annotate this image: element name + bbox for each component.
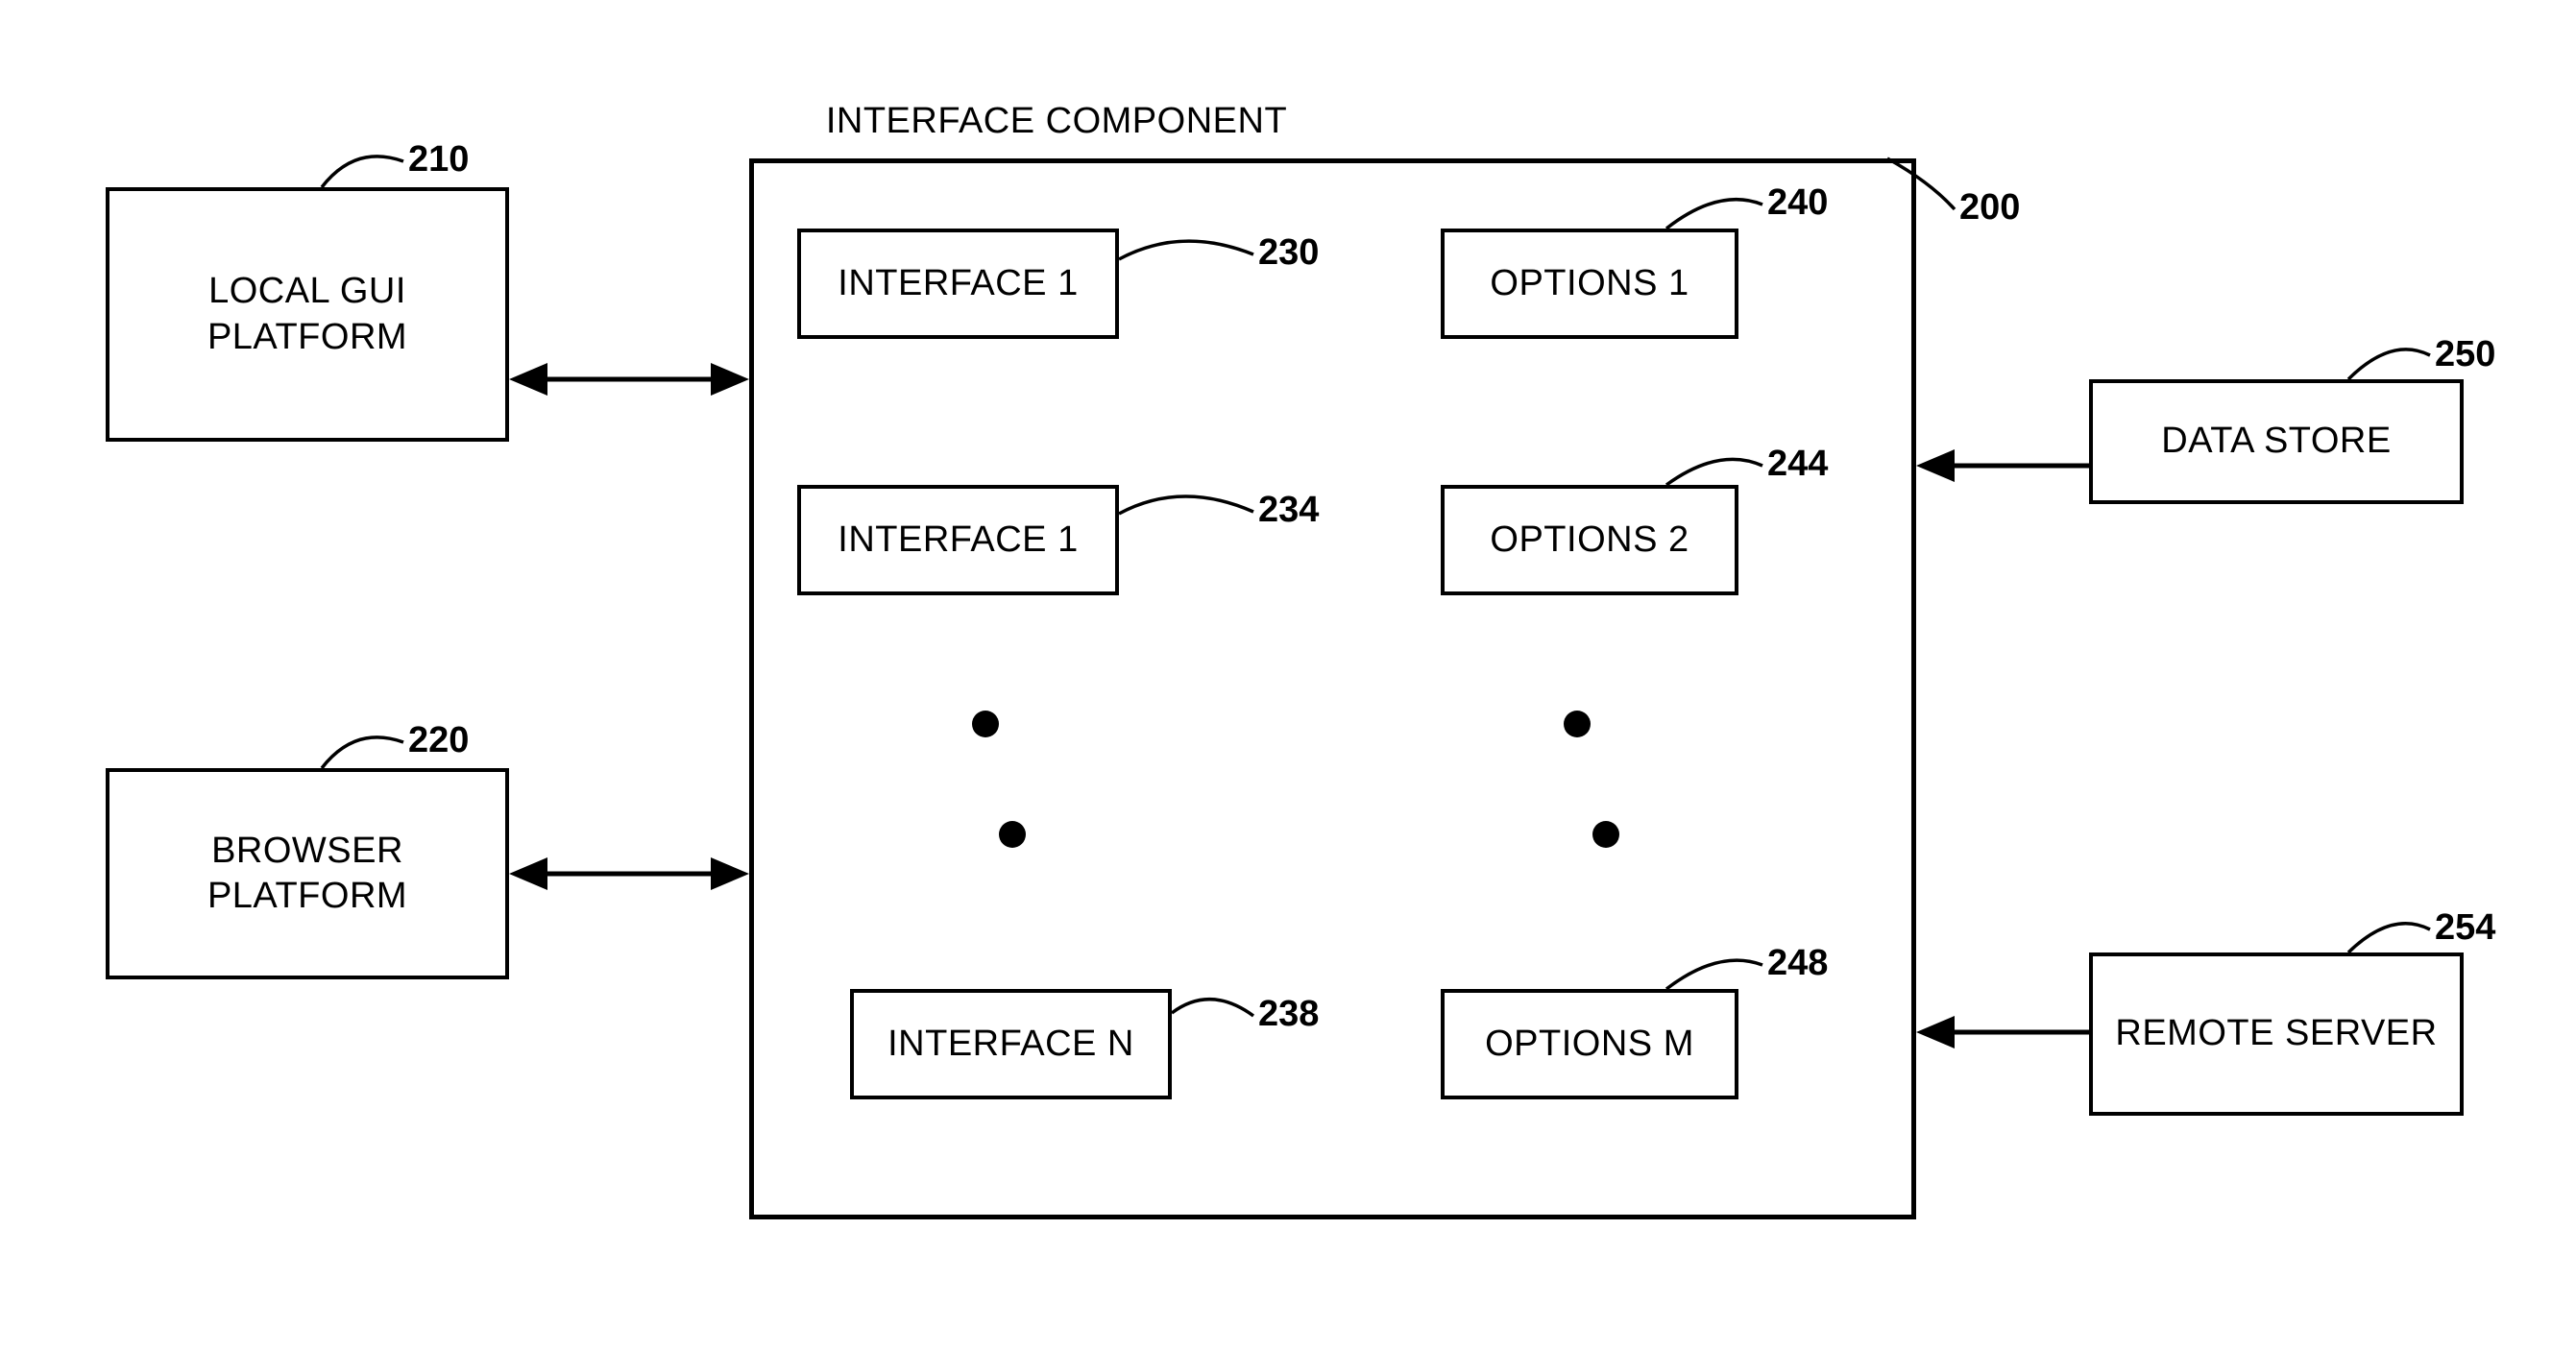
ref-240: 240 <box>1767 182 1828 224</box>
options-1-box: OPTIONS 1 <box>1441 229 1738 339</box>
ref-210: 210 <box>408 139 469 181</box>
remote-server-label: REMOTE SERVER <box>2115 1011 2437 1057</box>
interface-2-label: INTERFACE 1 <box>838 518 1078 564</box>
data-store-label: DATA STORE <box>2161 419 2391 465</box>
browser-platform-box: BROWSER PLATFORM <box>106 768 509 979</box>
ellipsis-dot <box>1592 821 1619 848</box>
interface-1-box: INTERFACE 1 <box>797 229 1119 339</box>
options-m-label: OPTIONS M <box>1485 1022 1694 1068</box>
options-2-label: OPTIONS 2 <box>1490 518 1689 564</box>
interface-2-box: INTERFACE 1 <box>797 485 1119 595</box>
options-1-label: OPTIONS 1 <box>1490 261 1689 307</box>
ref-238: 238 <box>1258 994 1319 1035</box>
options-m-box: OPTIONS M <box>1441 989 1738 1099</box>
interface-n-label: INTERFACE N <box>887 1022 1134 1068</box>
ref-244: 244 <box>1767 444 1828 485</box>
ellipsis-dot <box>1564 711 1591 737</box>
interface-n-box: INTERFACE N <box>850 989 1172 1099</box>
interface-component-title: INTERFACE COMPONENT <box>749 101 1364 142</box>
ellipsis-dot <box>999 821 1026 848</box>
ref-220: 220 <box>408 720 469 761</box>
remote-server-box: REMOTE SERVER <box>2089 952 2464 1116</box>
ellipsis-dot <box>972 711 999 737</box>
local-gui-platform-box: LOCAL GUI PLATFORM <box>106 187 509 442</box>
local-gui-platform-label: LOCAL GUI PLATFORM <box>121 269 494 360</box>
ref-254: 254 <box>2435 907 2495 949</box>
ref-234: 234 <box>1258 490 1319 531</box>
ref-230: 230 <box>1258 232 1319 274</box>
ref-248: 248 <box>1767 943 1828 984</box>
options-2-box: OPTIONS 2 <box>1441 485 1738 595</box>
browser-platform-label: BROWSER PLATFORM <box>121 829 494 920</box>
ref-200: 200 <box>1959 187 2020 229</box>
diagram-canvas: INTERFACE COMPONENT LOCAL GUI PLATFORM B… <box>0 0 2576 1350</box>
data-store-box: DATA STORE <box>2089 379 2464 504</box>
interface-1-label: INTERFACE 1 <box>838 261 1078 307</box>
ref-250: 250 <box>2435 334 2495 375</box>
